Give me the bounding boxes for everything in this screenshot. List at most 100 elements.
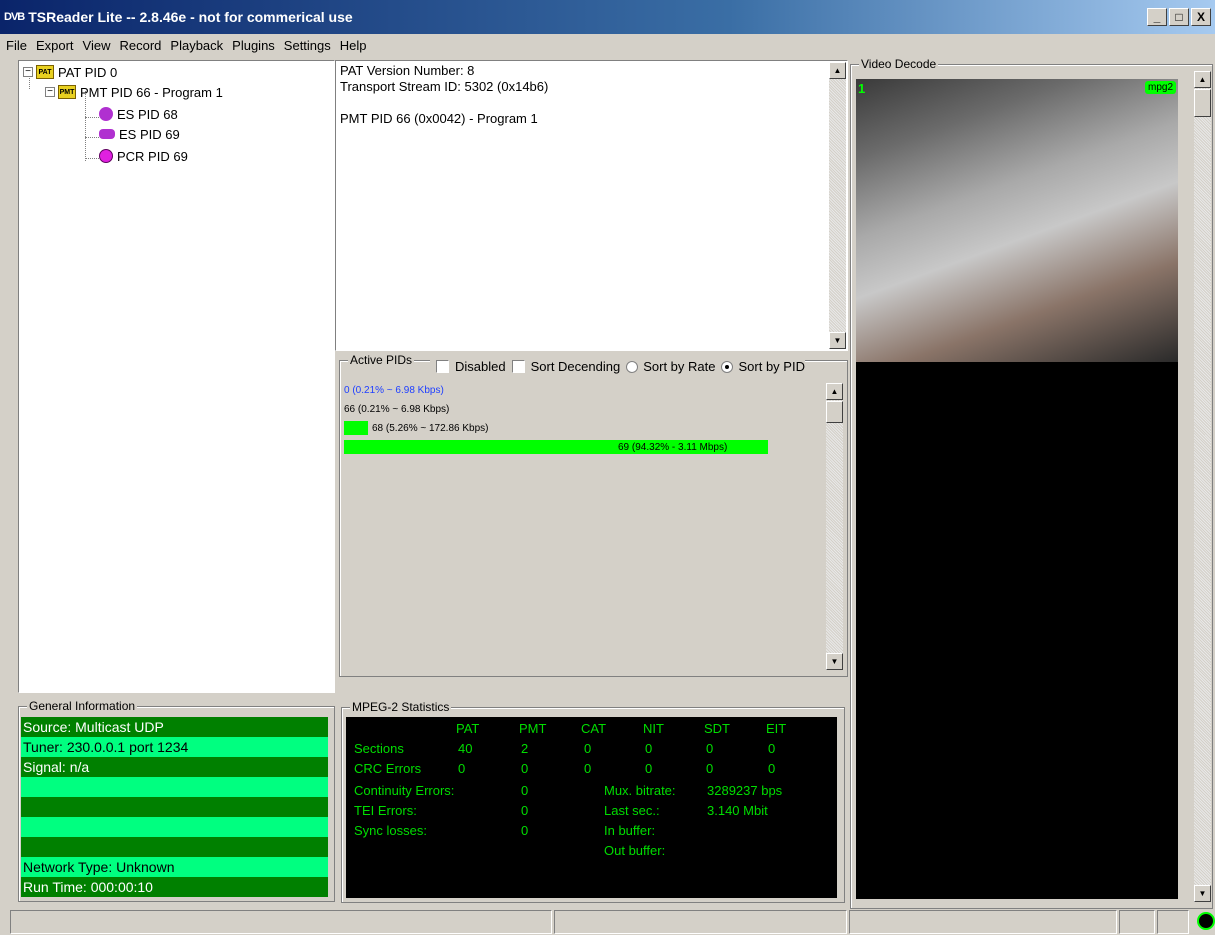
tree-item-label: PMT PID 66 - Program 1 (80, 84, 223, 100)
menu-settings[interactable]: Settings (284, 38, 331, 53)
sync-value: 0 (521, 823, 529, 838)
mux-label: Mux. bitrate: (604, 783, 676, 798)
menu-file[interactable]: File (6, 38, 27, 53)
tuner-row: Tuner: 230.0.0.1 port 1234 (21, 737, 328, 757)
sort-pid-radio[interactable] (721, 360, 734, 373)
collapse-icon[interactable]: − (45, 87, 55, 97)
general-info-label: General Information (27, 699, 138, 713)
pid-row[interactable]: 68 (5.26% ~ 172.86 Kbps) (372, 421, 488, 435)
video-decode-group: Video Decode 1 mpg2 ▲ ▼ (850, 57, 1213, 909)
stat-value: 0 (768, 761, 776, 776)
menu-view[interactable]: View (83, 38, 111, 53)
menu-plugins[interactable]: Plugins (232, 38, 275, 53)
stat-header: PMT (519, 721, 547, 736)
info-line: Transport Stream ID: 5302 (0x14b6) (340, 79, 549, 94)
crc-label: CRC Errors (354, 761, 422, 776)
stat-value: 0 (645, 741, 653, 756)
disabled-checkbox[interactable] (436, 360, 449, 373)
video-decode-label: Video Decode (859, 57, 939, 71)
tree-item-es68[interactable]: ES PID 68 (99, 105, 178, 123)
menu-export[interactable]: Export (36, 38, 74, 53)
statistics-panel: PAT PMT CAT NIT SDT EIT Sections 40 2 0 … (346, 717, 837, 898)
general-info-group: General Information Source: Multicast UD… (18, 699, 335, 902)
active-pids-label: Active PIDs (348, 353, 415, 367)
tree-item-pmt[interactable]: − PMT PMT PID 66 - Program 1 (45, 83, 223, 101)
clock-icon (99, 149, 113, 163)
maximize-button[interactable]: □ (1169, 8, 1189, 26)
signal-row: Signal: n/a (21, 757, 328, 777)
pmt-icon: PMT (58, 85, 76, 99)
lastsec-value: 3.140 Mbit (707, 803, 768, 818)
tree-item-pat[interactable]: − PAT PAT PID 0 (23, 63, 117, 81)
tei-value: 0 (521, 803, 529, 818)
status-segment (1157, 910, 1190, 934)
continuity-value: 0 (521, 783, 529, 798)
tree-item-label: PAT PID 0 (58, 64, 118, 80)
scroll-down-icon[interactable]: ▼ (1194, 885, 1211, 902)
stat-header: NIT (643, 721, 664, 736)
stat-value: 0 (645, 761, 653, 776)
source-row: Source: Multicast UDP (21, 717, 328, 737)
stat-value: 0 (706, 761, 714, 776)
menu-playback[interactable]: Playback (170, 38, 223, 53)
status-segment (10, 910, 552, 934)
scroll-up-icon[interactable]: ▲ (1194, 71, 1211, 88)
scroll-thumb[interactable] (1194, 89, 1211, 117)
stat-value: 0 (584, 761, 592, 776)
continuity-label: Continuity Errors: (354, 783, 455, 798)
pid-tree[interactable]: − PAT PAT PID 0 − PMT PMT PID 66 - Progr… (18, 60, 335, 693)
mux-value: 3289237 bps (707, 783, 783, 798)
menu-record[interactable]: Record (119, 38, 161, 53)
info-panel[interactable]: PAT Version Number: 8 Transport Stream I… (335, 60, 848, 351)
tree-item-pcr[interactable]: PCR PID 69 (99, 147, 188, 165)
stat-value: 0 (458, 761, 466, 776)
title-bar: DVB TSReader Lite -- 2.8.46e - not for c… (0, 0, 1215, 34)
sort-descending-checkbox[interactable] (511, 360, 525, 373)
pid-row[interactable]: 69 (94.32% - 3.11 Mbps) (618, 440, 727, 454)
empty-row (21, 817, 328, 837)
video-area[interactable]: 1 mpg2 (856, 79, 1178, 899)
empty-row (21, 797, 328, 817)
stat-value: 40 (458, 741, 473, 756)
sort-rate-radio[interactable] (626, 360, 639, 373)
sort-descending-label: Sort Decending (530, 359, 621, 374)
scroll-thumb[interactable] (826, 401, 843, 423)
pid-row[interactable]: 66 (0.21% ~ 6.98 Kbps) (344, 402, 449, 416)
sections-label: Sections (354, 741, 404, 756)
mpeg2-statistics-group: MPEG-2 Statistics PAT PMT CAT NIT SDT EI… (341, 700, 845, 903)
pid-row[interactable]: 0 (0.21% ~ 6.98 Kbps) (344, 383, 444, 397)
app-logo: DVB (4, 11, 25, 23)
outbuf-label: Out buffer: (604, 843, 666, 858)
video-frame (856, 79, 1178, 362)
scroll-down-icon[interactable]: ▼ (826, 653, 843, 670)
scroll-up-icon[interactable]: ▲ (826, 383, 843, 400)
stat-header: CAT (581, 721, 607, 736)
collapse-icon[interactable]: − (23, 67, 33, 77)
tree-item-es69[interactable]: ES PID 69 (99, 125, 180, 143)
stat-header: EIT (766, 721, 787, 736)
stat-value: 0 (768, 741, 776, 756)
tree-line (85, 117, 99, 118)
stat-value: 2 (521, 741, 529, 756)
runtime-row: Run Time: 000:00:10 (21, 877, 328, 897)
tree-line (85, 137, 99, 138)
minimize-button[interactable]: _ (1147, 8, 1167, 26)
info-line: PAT Version Number: 8 (340, 63, 475, 78)
pid-list[interactable]: 0 (0.21% ~ 6.98 Kbps) 66 (0.21% ~ 6.98 Kb… (344, 383, 828, 671)
tree-line (85, 158, 99, 159)
sort-rate-label: Sort by Rate (643, 359, 716, 374)
stat-value: 0 (584, 741, 592, 756)
info-scrollbar[interactable]: ▲ ▼ (829, 62, 846, 349)
video-scrollbar[interactable]: ▲ ▼ (1194, 71, 1211, 902)
signal-radiation-icon (1197, 912, 1215, 930)
scroll-down-icon[interactable]: ▼ (829, 332, 846, 349)
scroll-up-icon[interactable]: ▲ (829, 62, 846, 79)
pid-rate-bar (344, 421, 368, 435)
menu-help[interactable]: Help (340, 38, 367, 53)
active-pids-group: Active PIDs Disabled Sort Decending Sort… (339, 353, 848, 677)
close-button[interactable]: X (1191, 8, 1211, 26)
pat-icon: PAT (36, 65, 54, 79)
empty-row (21, 837, 328, 857)
pid-scrollbar[interactable]: ▲ ▼ (826, 383, 843, 670)
network-row: Network Type: Unknown (21, 857, 328, 877)
